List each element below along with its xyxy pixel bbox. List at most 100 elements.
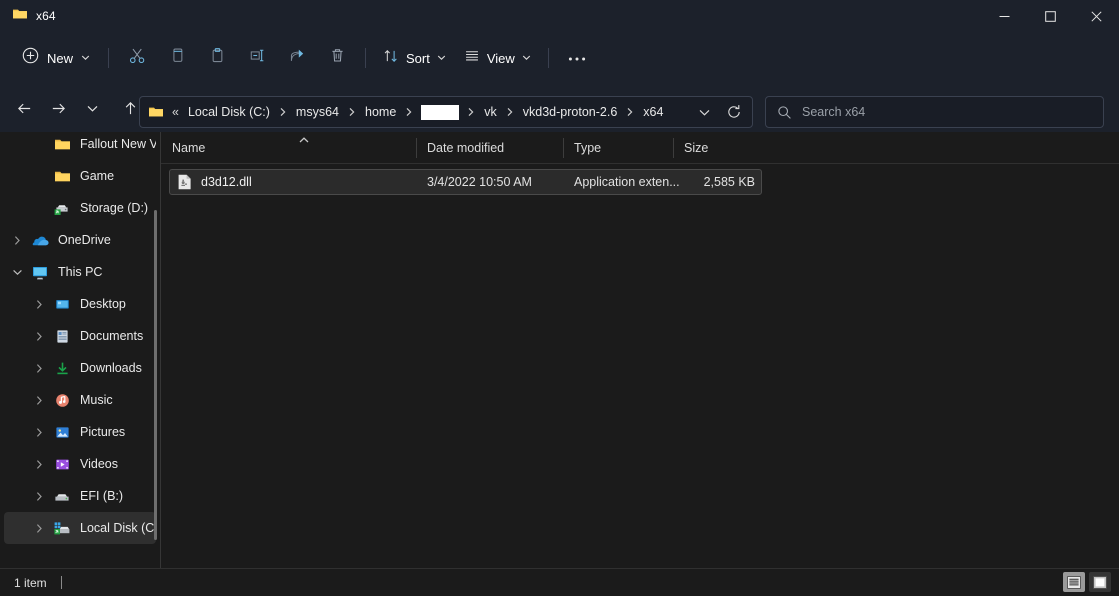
- address-bar-actions: [690, 99, 748, 125]
- paste-button[interactable]: [197, 42, 237, 74]
- address-dropdown-button[interactable]: [690, 99, 718, 125]
- pictures-icon: [50, 416, 74, 448]
- view-button[interactable]: View: [455, 42, 540, 74]
- chevron-right-icon[interactable]: [28, 288, 50, 320]
- chevron-right-icon[interactable]: [28, 320, 50, 352]
- window-controls: [981, 0, 1119, 32]
- music-icon: [50, 384, 74, 416]
- share-button[interactable]: [277, 42, 317, 74]
- delete-button[interactable]: [317, 42, 357, 74]
- rename-button[interactable]: [237, 42, 277, 74]
- sidebar-item-local-disk-c[interactable]: Local Disk (C:): [4, 512, 156, 544]
- navigation-pane: Fallout New Veg Game: [0, 132, 160, 568]
- command-toolbar: New Sort View: [0, 32, 1119, 84]
- breadcrumb-item-msys64[interactable]: msys64: [291, 102, 344, 122]
- table-row[interactable]: d3d12.dll 3/4/2022 10:50 AM Application …: [169, 169, 762, 195]
- cut-button[interactable]: [117, 42, 157, 74]
- sidebar-item-label: EFI (B:): [80, 489, 124, 503]
- maximize-button[interactable]: [1027, 0, 1073, 32]
- breadcrumb-item-vkd3d-proton[interactable]: vkd3d-proton-2.6: [518, 102, 623, 122]
- sidebar-item-efi-b[interactable]: EFI (B:): [4, 480, 156, 512]
- sidebar-item-game[interactable]: Game: [4, 160, 156, 192]
- sidebar-item-this-pc[interactable]: This PC: [4, 256, 156, 288]
- breadcrumb-item-home[interactable]: home: [360, 102, 401, 122]
- column-header-date-modified[interactable]: Date modified: [416, 132, 563, 164]
- scissors-icon: [129, 47, 146, 69]
- chevron-right-icon[interactable]: [28, 352, 50, 384]
- folder-icon: [50, 160, 74, 192]
- sidebar-scrollbar[interactable]: [154, 210, 157, 540]
- column-header-label: Name: [172, 140, 206, 155]
- chevron-right-icon[interactable]: [28, 480, 50, 512]
- chevron-down-icon: [522, 49, 531, 67]
- chevron-right-icon[interactable]: [6, 224, 28, 256]
- list-lines-icon: [464, 48, 480, 69]
- back-button[interactable]: [8, 92, 40, 124]
- chevron-down-icon: [437, 49, 446, 67]
- breadcrumb-item-redacted-username[interactable]: [421, 104, 460, 120]
- sidebar-item-fallout-new-vegas[interactable]: Fallout New Veg: [4, 132, 156, 160]
- sidebar-item-downloads[interactable]: Downloads: [4, 352, 156, 384]
- sort-button[interactable]: Sort: [374, 42, 455, 74]
- chevron-right-icon[interactable]: [28, 448, 50, 480]
- sidebar-item-documents[interactable]: Documents: [4, 320, 156, 352]
- downloads-icon: [50, 352, 74, 384]
- sidebar-item-label: This PC: [58, 265, 103, 279]
- recent-locations-button[interactable]: [76, 92, 108, 124]
- sidebar-item-label: Fallout New Veg: [80, 137, 156, 151]
- copy-icon: [169, 47, 186, 69]
- expander-placeholder: [28, 132, 50, 160]
- sidebar-item-label: OneDrive: [58, 233, 111, 247]
- copy-button[interactable]: [157, 42, 197, 74]
- search-box[interactable]: Search x64: [765, 96, 1104, 128]
- trash-icon: [329, 47, 346, 69]
- sidebar-item-label: Downloads: [80, 361, 142, 375]
- forward-button[interactable]: [42, 92, 74, 124]
- refresh-button[interactable]: [720, 99, 748, 125]
- column-header-label: Date modified: [427, 140, 505, 155]
- chevron-right-icon[interactable]: [28, 512, 50, 544]
- sidebar-item-music[interactable]: Music: [4, 384, 156, 416]
- chevron-down-icon[interactable]: [6, 256, 28, 288]
- see-more-button[interactable]: [557, 42, 597, 74]
- expander-placeholder: [6, 192, 28, 224]
- this-pc-icon: [28, 256, 52, 288]
- address-bar[interactable]: « Local Disk (C:) msys64 home vk vkd3d-p…: [139, 96, 753, 128]
- file-name-label: d3d12.dll: [201, 175, 252, 189]
- view-toggle-group: [1063, 572, 1111, 592]
- column-header-label: Size: [684, 140, 709, 155]
- column-header-size[interactable]: Size: [673, 132, 758, 164]
- chevron-right-icon: [401, 101, 417, 123]
- sidebar-item-onedrive[interactable]: OneDrive: [4, 224, 156, 256]
- chevron-right-icon: [622, 101, 638, 123]
- breadcrumb-overflow[interactable]: «: [168, 105, 183, 119]
- chevron-right-icon[interactable]: [28, 416, 50, 448]
- folder-icon: [12, 6, 28, 27]
- details-view-button[interactable]: [1063, 572, 1085, 592]
- sidebar-item-desktop[interactable]: Desktop: [4, 288, 156, 320]
- breadcrumb-item-x64[interactable]: x64: [638, 102, 668, 122]
- search-input[interactable]: Search x64: [802, 105, 865, 119]
- toolbar-divider-1: [108, 48, 110, 68]
- chevron-right-icon[interactable]: [28, 384, 50, 416]
- sidebar-item-videos[interactable]: Videos: [4, 448, 156, 480]
- sort-ascending-icon: [298, 133, 310, 142]
- file-list-pane: Name Date modified Type Size d3d12.dll 3…: [161, 132, 1119, 568]
- large-icons-view-button[interactable]: [1089, 572, 1111, 592]
- window-title: x64: [36, 9, 56, 23]
- sidebar-item-pictures[interactable]: Pictures: [4, 416, 156, 448]
- file-explorer-window: x64 New Sort View « Local Disk (C:) msys…: [0, 0, 1119, 596]
- column-header-name[interactable]: Name: [161, 132, 416, 164]
- expander-placeholder: [28, 192, 50, 224]
- column-header-type[interactable]: Type: [563, 132, 673, 164]
- drive-icon: [50, 480, 74, 512]
- search-icon: [777, 105, 792, 120]
- sidebar-item-storage-d[interactable]: Storage (D:): [4, 192, 156, 224]
- title-bar-left: x64: [0, 0, 981, 32]
- minimize-button[interactable]: [981, 0, 1027, 32]
- breadcrumb-item-local-disk[interactable]: Local Disk (C:): [183, 102, 275, 122]
- sidebar-item-label: Videos: [80, 457, 118, 471]
- breadcrumb-item-vk[interactable]: vk: [479, 102, 502, 122]
- new-button[interactable]: New: [14, 42, 100, 74]
- close-button[interactable]: [1073, 0, 1119, 32]
